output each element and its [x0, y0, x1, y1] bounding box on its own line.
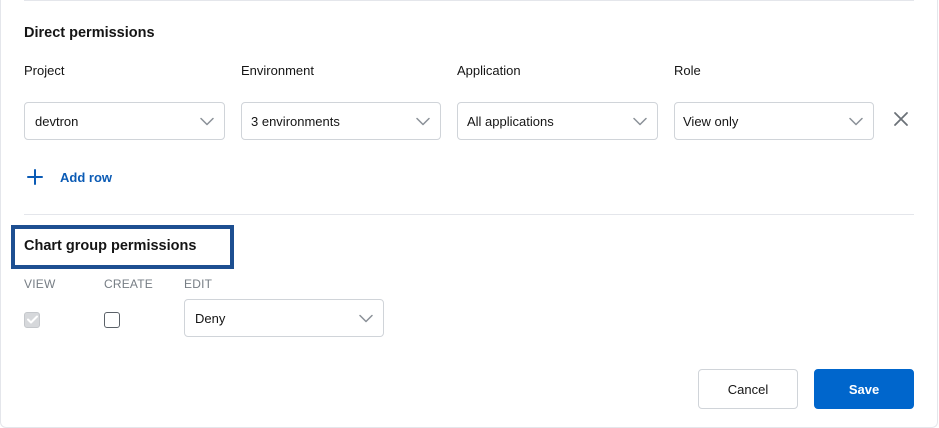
create-checkbox[interactable] [104, 312, 120, 328]
view-label: VIEW [24, 277, 56, 291]
chevron-down-icon [633, 114, 647, 128]
check-icon [26, 311, 38, 329]
environment-select[interactable]: 3 environments [241, 102, 441, 140]
close-icon [893, 111, 909, 132]
edit-select[interactable]: Deny [184, 299, 384, 337]
plus-icon [24, 166, 46, 188]
application-select-value: All applications [467, 113, 554, 129]
edit-label: EDIT [184, 277, 213, 291]
environment-select-value: 3 environments [251, 113, 340, 129]
role-column-label: Role [674, 63, 701, 78]
chevron-down-icon [359, 311, 373, 325]
chart-group-permissions-title: Chart group permissions [24, 238, 197, 254]
direct-permissions-title: Direct permissions [24, 25, 155, 41]
section-divider [24, 214, 914, 215]
top-divider [24, 0, 914, 1]
role-select-value: View only [683, 113, 739, 129]
chevron-down-icon [200, 114, 214, 128]
role-select[interactable]: View only [674, 102, 874, 140]
create-label: CREATE [104, 277, 153, 291]
edit-select-value: Deny [195, 310, 226, 326]
environment-column-label: Environment [241, 63, 314, 78]
application-column-label: Application [457, 63, 521, 78]
remove-row-button[interactable] [890, 110, 912, 132]
add-row-label: Add row [60, 169, 112, 185]
view-checkbox[interactable] [24, 312, 40, 328]
save-button[interactable]: Save [814, 369, 914, 409]
project-column-label: Project [24, 63, 65, 78]
chevron-down-icon [416, 114, 430, 128]
add-row-button[interactable]: Add row [24, 166, 112, 188]
chevron-down-icon [849, 114, 863, 128]
cancel-button[interactable]: Cancel [698, 369, 798, 409]
project-select[interactable]: devtron [24, 102, 225, 140]
application-select[interactable]: All applications [457, 102, 658, 140]
project-select-value: devtron [35, 113, 79, 129]
